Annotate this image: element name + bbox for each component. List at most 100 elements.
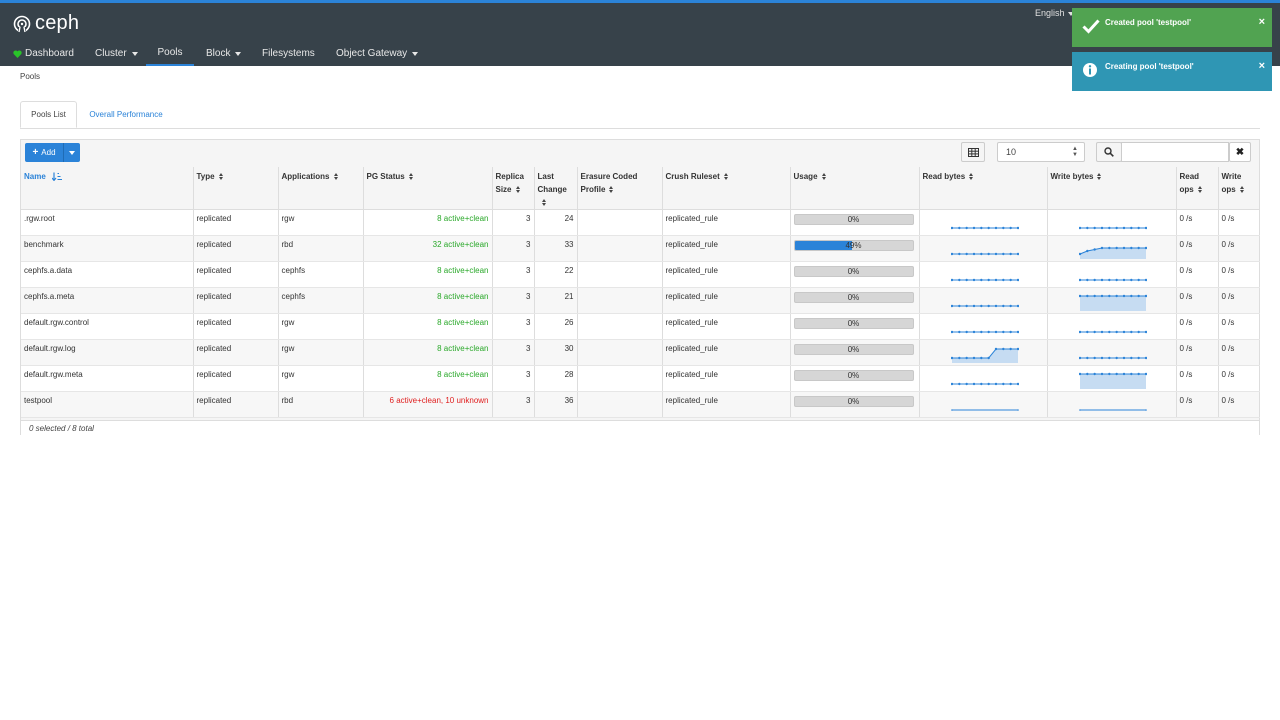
search-button[interactable] bbox=[1096, 142, 1122, 162]
sparkline-point bbox=[1100, 372, 1103, 376]
cell-type: replicated bbox=[193, 365, 279, 392]
col-usage-header[interactable]: Usage bbox=[790, 167, 920, 210]
toast-success: Created pool 'testpool' × bbox=[1072, 8, 1272, 47]
brand-name: ceph bbox=[35, 12, 80, 34]
col-last-change-header[interactable]: Last Change bbox=[534, 167, 578, 210]
sparkline-point bbox=[1092, 278, 1096, 282]
add-button[interactable]: + Add bbox=[25, 143, 64, 162]
cell-pg-status: 6 active+clean, 10 unknown bbox=[363, 391, 493, 418]
sparkline-point bbox=[1107, 278, 1111, 282]
table-row[interactable]: cephfs.a.meta replicated cephfs 8 active+cl… bbox=[21, 287, 1260, 314]
sparkline-point bbox=[1114, 330, 1118, 334]
close-icon[interactable]: × bbox=[1259, 16, 1265, 28]
sparkline-point bbox=[1129, 372, 1133, 376]
close-icon[interactable]: × bbox=[1259, 60, 1265, 72]
usage-progress-bar: 0% bbox=[793, 318, 914, 329]
nav-dashboard[interactable]: Dashboard bbox=[13, 41, 74, 66]
table-row[interactable]: benchmark replicated rbd 32 active+clean 3 33… bbox=[21, 235, 1260, 262]
language-selector[interactable]: English bbox=[1035, 8, 1074, 18]
sparkline-point bbox=[979, 330, 983, 334]
col-crush-ruleset-header[interactable]: Crush Ruleset bbox=[662, 167, 791, 210]
sparkline-point bbox=[979, 278, 983, 282]
col-applications-header[interactable]: Applications bbox=[278, 167, 364, 210]
tab-overall-performance-label: Overall Performance bbox=[89, 110, 163, 119]
search-input[interactable] bbox=[1121, 142, 1229, 162]
cell-erasure-coded-profile bbox=[577, 365, 663, 392]
sparkline bbox=[1078, 278, 1147, 282]
cell-type: replicated bbox=[193, 261, 279, 288]
col-pg-status-header[interactable]: PG Status bbox=[363, 167, 493, 210]
sparkline-point bbox=[1129, 294, 1133, 298]
sparkline-point bbox=[1008, 304, 1012, 308]
nav-object-gateway-label: Object Gateway bbox=[336, 48, 408, 59]
add-button-label: Add bbox=[41, 148, 56, 157]
cell-type: replicated bbox=[193, 209, 279, 236]
sparkline-point bbox=[957, 304, 961, 308]
table-row[interactable]: default.rgw.log replicated rgw 8 active+cle… bbox=[21, 339, 1260, 366]
sparkline-point bbox=[964, 356, 968, 360]
tab-overall-performance[interactable]: Overall Performance bbox=[80, 101, 172, 128]
col-write-ops-header[interactable]: Write ops bbox=[1218, 167, 1260, 210]
nav-cluster[interactable]: Cluster bbox=[95, 41, 138, 66]
sparkline-point bbox=[1016, 278, 1019, 282]
sparkline-area bbox=[1079, 374, 1146, 389]
sparkline-point bbox=[1016, 226, 1019, 230]
cell-name: .rgw.root bbox=[21, 209, 194, 236]
cell-erasure-coded-profile bbox=[577, 313, 663, 340]
sparkline-point bbox=[1114, 278, 1118, 282]
ceph-logo[interactable]: ceph bbox=[13, 12, 79, 35]
sparkline-point bbox=[1001, 278, 1005, 282]
sparkline-point bbox=[1001, 382, 1005, 386]
col-read-bytes-header[interactable]: Read bytes bbox=[919, 167, 1048, 210]
usage-progress-bar: 0% bbox=[793, 214, 914, 225]
col-replica-size-header[interactable]: Replica Size bbox=[492, 167, 535, 210]
col-read-ops-header[interactable]: Read ops bbox=[1176, 167, 1219, 210]
sparkline-point bbox=[1136, 278, 1140, 282]
cell-write-bytes bbox=[1047, 391, 1177, 418]
col-erasure-coded-profile-header[interactable]: Erasure Coded Profile bbox=[577, 167, 663, 210]
clear-search-button[interactable]: ✖ bbox=[1229, 142, 1251, 162]
sparkline-point bbox=[964, 330, 968, 334]
page-size-input[interactable]: 10 ▲ ▼ bbox=[997, 142, 1085, 162]
sparkline-point bbox=[979, 356, 983, 360]
col-type-header[interactable]: Type bbox=[193, 167, 279, 210]
usage-progress-bar: 0% bbox=[793, 266, 914, 277]
sparkline-point bbox=[986, 330, 990, 334]
nav-pools[interactable]: Pools bbox=[146, 41, 194, 66]
col-name-header[interactable]: Name bbox=[21, 167, 194, 210]
chevron-down-icon bbox=[131, 51, 138, 56]
nav-filesystems[interactable]: Filesystems bbox=[262, 41, 315, 66]
sparkline bbox=[1078, 356, 1147, 360]
table-row[interactable]: .rgw.root replicated rgw 8 active+clean 3 24 r… bbox=[21, 209, 1260, 236]
nav-block[interactable]: Block bbox=[206, 41, 242, 66]
sort-icon bbox=[333, 172, 339, 181]
usage-progress-bar: 0% bbox=[793, 344, 914, 355]
sort-icon bbox=[821, 172, 827, 181]
cell-write-ops: 0 /s bbox=[1218, 365, 1260, 392]
table-row[interactable]: default.rgw.control replicated rgw 8 active… bbox=[21, 313, 1260, 340]
page-size-value: 10 bbox=[1006, 147, 1017, 157]
cell-replica-size: 3 bbox=[492, 209, 535, 236]
sparkline-point bbox=[1001, 347, 1005, 351]
column-toggle-button[interactable] bbox=[961, 142, 985, 162]
nav-object-gateway[interactable]: Object Gateway bbox=[336, 41, 419, 66]
table-row[interactable]: cephfs.a.data replicated cephfs 8 active+cl… bbox=[21, 261, 1260, 288]
col-write-bytes-header[interactable]: Write bytes bbox=[1047, 167, 1177, 210]
cell-crush-ruleset: replicated_rule bbox=[662, 209, 791, 236]
sparkline-point bbox=[986, 252, 990, 256]
tab-pools-list[interactable]: Pools List bbox=[20, 101, 77, 128]
cell-pg-status: 8 active+clean bbox=[363, 209, 493, 236]
sparkline-point bbox=[1136, 356, 1140, 360]
sparkline-point bbox=[1092, 372, 1096, 376]
sparkline-point bbox=[1092, 294, 1096, 298]
sparkline-point bbox=[950, 304, 953, 308]
col-write-bytes-label: Write bytes bbox=[1050, 172, 1094, 181]
sparkline-point bbox=[1085, 226, 1089, 230]
sparkline-point bbox=[972, 304, 975, 308]
table-row[interactable]: testpool replicated rbd 6 active+clean, 10 … bbox=[21, 391, 1260, 418]
add-dropdown-toggle[interactable] bbox=[64, 143, 80, 162]
cell-usage: 0% bbox=[790, 391, 920, 418]
table-row[interactable]: default.rgw.meta replicated rgw 8 active+cl… bbox=[21, 365, 1260, 392]
stepper-icon[interactable]: ▲ ▼ bbox=[1072, 146, 1078, 158]
sparkline-point bbox=[972, 330, 975, 334]
